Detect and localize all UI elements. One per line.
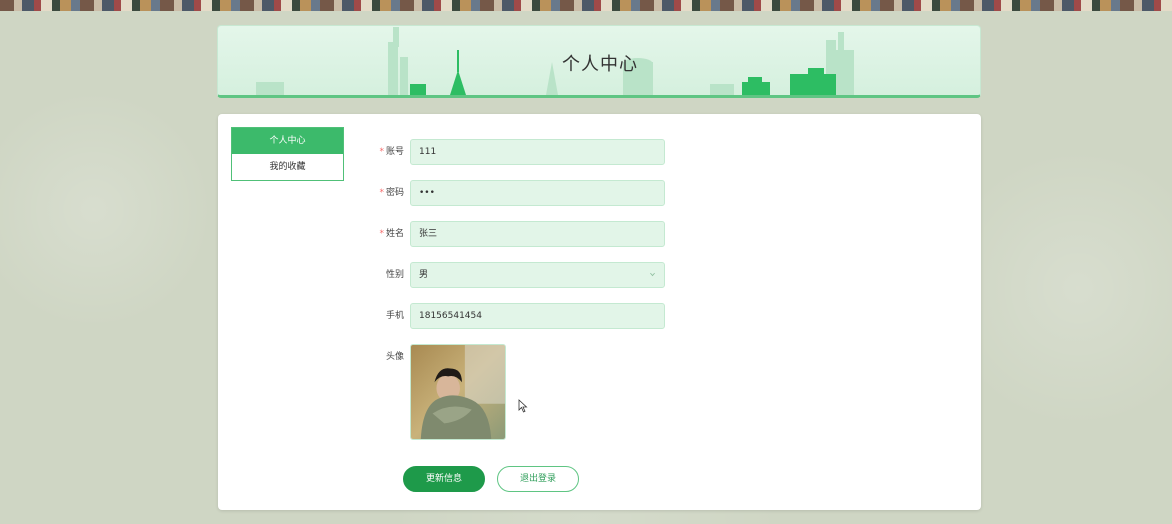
page-header-banner: 个人中心 [217, 25, 981, 98]
required-asterisk: * [379, 188, 384, 198]
avatar-label: 头像 [385, 352, 404, 362]
profile-panel: 个人中心 我的收藏 * 账号 111 * 密码 ••• * 姓名 张三 性别 男 手机… [218, 114, 981, 510]
logout-button[interactable]: 退出登录 [497, 466, 579, 492]
name-input[interactable]: 张三 [410, 221, 665, 247]
sidebar-item-my-favorites[interactable]: 我的收藏 [232, 154, 343, 180]
page-title: 个人中心 [562, 54, 638, 75]
sidebar-item-profile-center[interactable]: 个人中心 [232, 128, 343, 154]
avatar-photo [411, 345, 505, 439]
gender-select-value: 男 [419, 270, 429, 280]
chevron-down-icon [650, 272, 655, 277]
required-asterisk: * [379, 147, 384, 157]
gender-select[interactable]: 男 [410, 262, 665, 288]
update-info-button[interactable]: 更新信息 [403, 466, 485, 492]
background-bookshelf-strip [0, 0, 1172, 11]
avatar-upload[interactable] [410, 344, 506, 440]
name-label: * 姓名 [379, 229, 404, 239]
account-label: * 账号 [379, 147, 404, 157]
account-input[interactable]: 111 [410, 139, 665, 165]
phone-label: 手机 [385, 311, 404, 321]
gender-label: 性别 [385, 270, 404, 280]
side-menu: 个人中心 我的收藏 [231, 127, 344, 181]
password-label: * 密码 [379, 188, 404, 198]
required-asterisk: * [379, 229, 384, 239]
phone-input[interactable]: 18156541454 [410, 303, 665, 329]
password-input[interactable]: ••• [410, 180, 665, 206]
mouse-cursor-icon [518, 399, 528, 413]
